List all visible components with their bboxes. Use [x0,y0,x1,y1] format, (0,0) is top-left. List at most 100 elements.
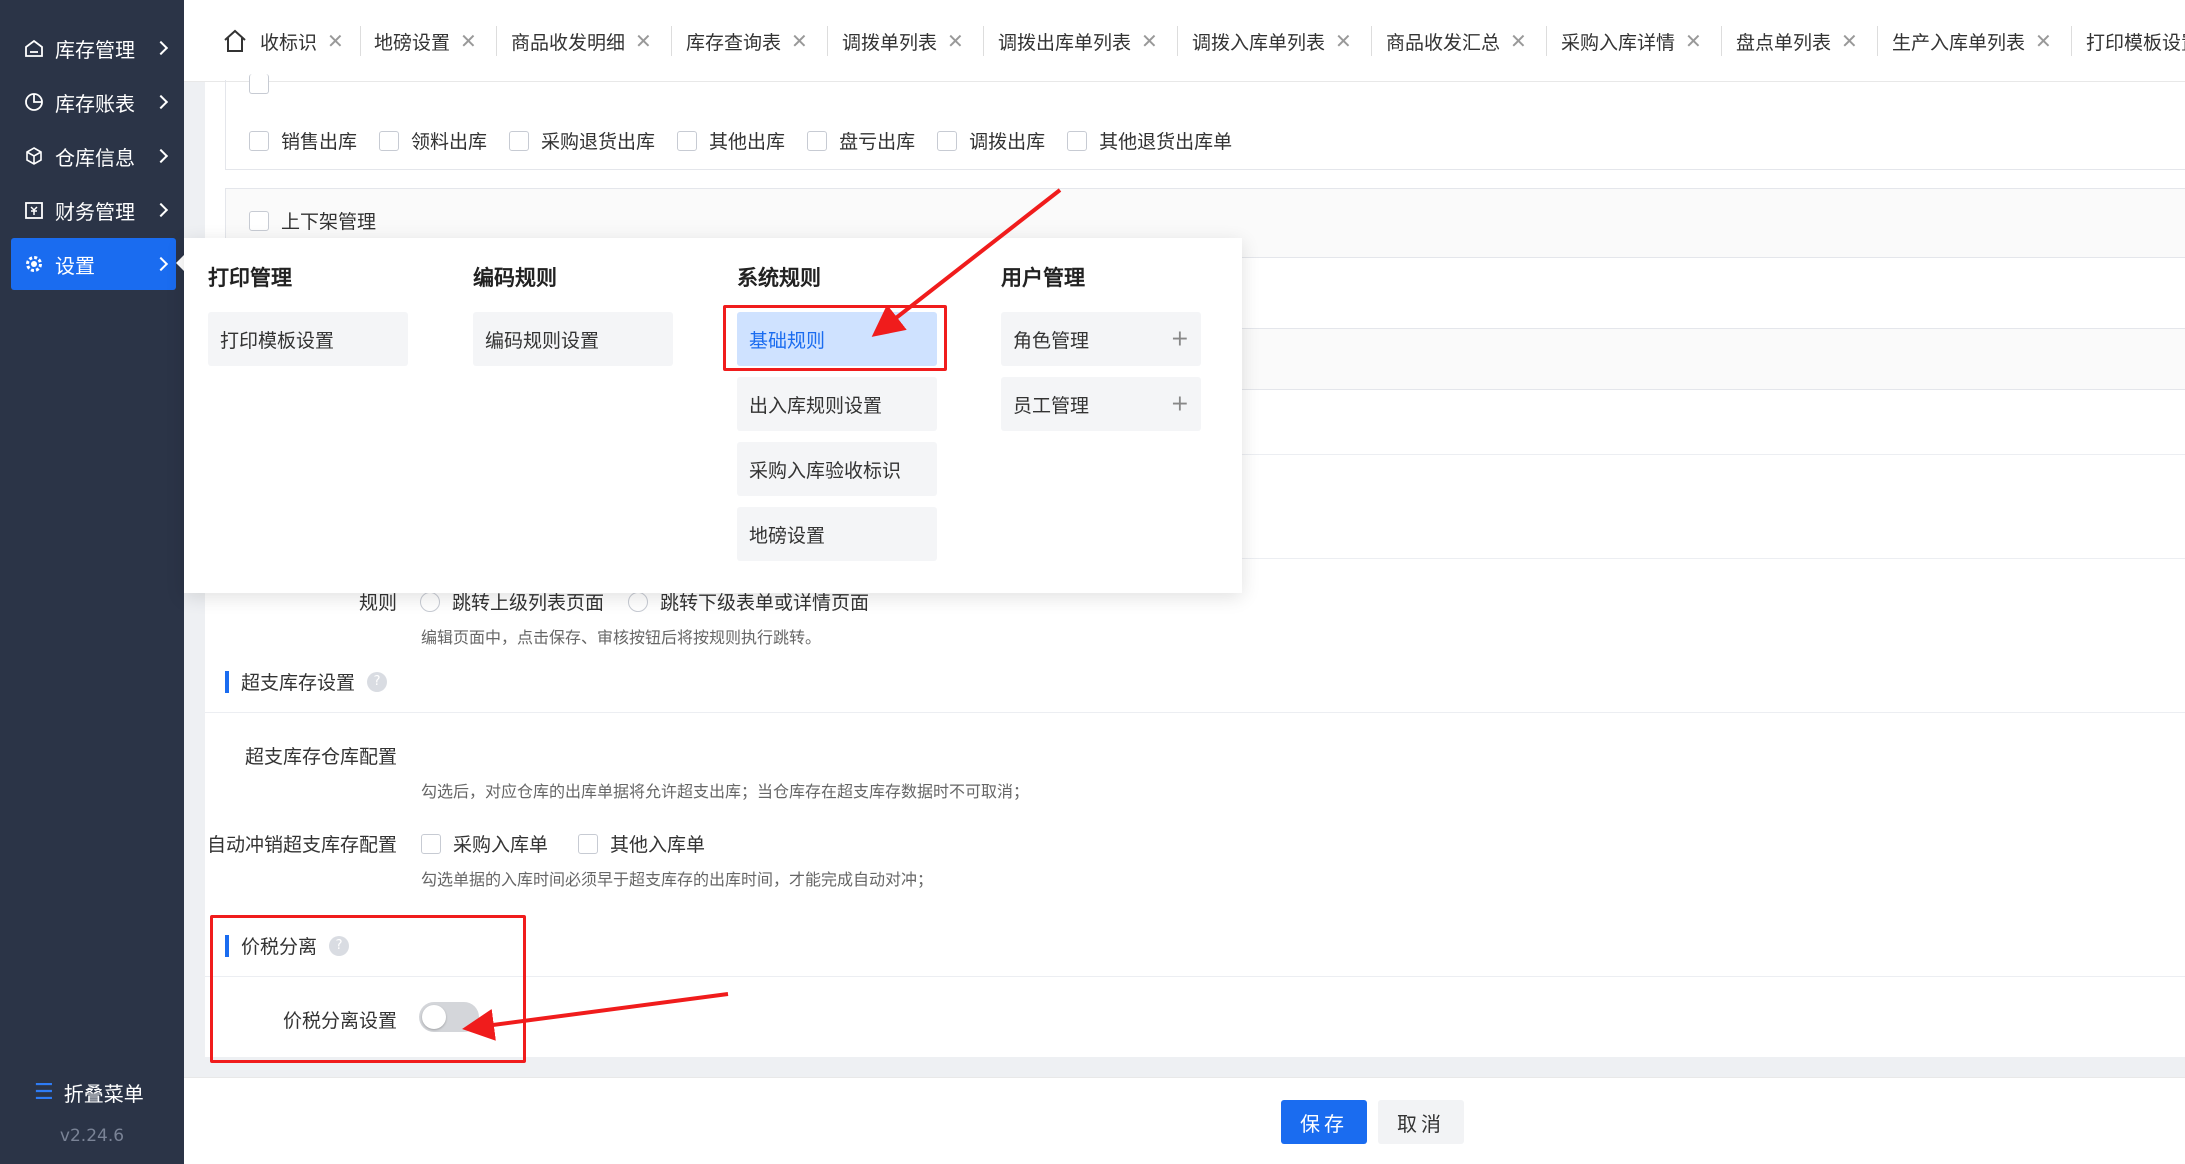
tab-item[interactable]: 地磅设置 ✕ [374,24,477,58]
close-icon[interactable]: ✕ [1335,29,1352,53]
settings-flyout-menu: 打印管理 打印模板设置 编码规则 编码规则设置 系统规则 基础规则 出入库规则设… [184,238,1242,593]
column-title: 编码规则 [473,266,557,290]
pie-chart-icon [23,91,45,113]
tab-item[interactable]: 盘点单列表 ✕ [1736,24,1858,58]
checkbox[interactable] [807,130,828,151]
option-item[interactable]: 其他出库 [677,127,785,154]
tab-item[interactable]: 生产入库单列表 ✕ [1892,24,2052,58]
option-item[interactable]: 销售出库 [249,127,357,154]
tab-item[interactable]: 商品收发明细 ✕ [511,24,652,58]
jump-hint: 编辑页面中，点击保存、审核按钮后将按规则执行跳转。 [421,628,822,647]
close-icon[interactable]: ✕ [791,29,808,53]
tab-item[interactable]: 采购入库详情 ✕ [1561,24,1702,58]
column-title: 系统规则 [737,266,821,290]
close-icon[interactable]: ✕ [1841,29,1858,53]
close-icon[interactable]: ✕ [2035,29,2052,53]
option-item[interactable]: 领料出库 [379,127,487,154]
menu-item-io-rules[interactable]: 出入库规则设置 [737,377,937,431]
auto-offset-options: 采购入库单 其他入库单 [421,830,727,857]
checkbox[interactable] [509,130,530,151]
close-icon[interactable]: ✕ [1685,29,1702,53]
outbound-card [225,80,2185,170]
save-button[interactable]: 保存 [1281,1100,1367,1144]
tab-label: 生产入库单列表 [1892,31,2026,54]
tab-item[interactable]: 调拨出库单列表 ✕ [998,24,1158,58]
tab-label: 调拨入库单列表 [1192,31,1326,54]
option-item[interactable]: 采购退货出库 [509,127,655,154]
checkbox[interactable] [578,833,599,854]
option-item[interactable]: 其他入库单 [578,830,705,857]
close-icon[interactable]: ✕ [1141,29,1158,53]
plus-icon[interactable]: + [1171,392,1189,417]
menu-item-purchase-acceptance[interactable]: 采购入库验收标识 [737,442,937,496]
tab-label: 盘点单列表 [1736,31,1832,54]
radio[interactable] [420,591,440,612]
help-icon[interactable]: ? [367,671,388,692]
radio[interactable] [628,591,649,612]
menu-item-label: 员工管理 [1013,394,1090,417]
version-label: v2.24.6 [59,1126,125,1146]
tab-label: 调拨出库单列表 [998,31,1132,54]
divider [205,712,2185,713]
tab-bar: 收标识 ✕ 地磅设置 ✕ 商品收发明细 ✕ 库存查询表 ✕ 调拨单列表 ✕ 调拨出库单列表… [184,0,2185,82]
option-item[interactable]: 其他退货出库单 [1067,127,1232,154]
sidebar-item-ledger[interactable]: 库存账表 [11,76,176,128]
menu-item-label: 角色管理 [1013,329,1090,352]
cancel-button[interactable]: 取消 [1378,1100,1464,1144]
close-icon[interactable]: ✕ [635,29,652,53]
section-title-text: 超支库存设置 [241,672,356,694]
tab-item[interactable]: 收标识 ✕ [260,24,344,58]
sidebar-item-warehouse-info[interactable]: 仓库信息 [11,130,176,182]
sidebar: 库存管理 库存账表 仓库信息 财务管理 设置 ☰ 折叠菜单 v2.24.6 [0,0,186,1164]
option-item[interactable]: 采购入库单 [421,830,548,857]
checkbox[interactable] [249,210,269,231]
sidebar-item-finance[interactable]: 财务管理 [11,184,176,236]
tab-label: 收标识 [260,31,318,54]
chevron-right-icon [153,256,169,272]
cube-icon [23,145,45,167]
tab-label: 库存查询表 [686,31,782,54]
home-icon[interactable] [222,28,248,54]
chevron-right-icon [153,94,169,110]
tab-item[interactable]: 调拨单列表 ✕ [842,24,964,58]
tab-item[interactable]: 商品收发汇总 ✕ [1386,24,1527,58]
overdraw-wh-hint: 勾选后，对应仓库的出库单据将允许超支出库；当仓库存在超支库存数据时不可取消； [421,782,1030,801]
column-title: 打印管理 [208,266,292,290]
checkbox[interactable] [379,130,400,151]
menu-item-code-rule[interactable]: 编码规则设置 [473,312,673,366]
tab-label: 商品收发明细 [511,31,626,54]
close-icon[interactable]: ✕ [1510,29,1527,53]
tab-item[interactable]: 打印模板设置 [2086,24,2185,58]
close-icon[interactable]: ✕ [947,29,964,53]
close-icon[interactable]: ✕ [327,29,344,53]
checkbox[interactable] [249,130,269,151]
plus-icon[interactable]: + [1171,327,1189,352]
option-label: 其他退货出库单 [1099,131,1233,153]
checkbox[interactable] [249,74,269,94]
checkbox[interactable] [677,130,698,151]
checkbox[interactable] [937,130,958,151]
chevron-right-icon [153,40,169,56]
footer-bar: 保存 取消 [184,1077,2185,1164]
finance-icon [23,199,45,221]
option-item[interactable]: 调拨出库 [937,127,1045,154]
tab-item[interactable]: 调拨入库单列表 ✕ [1192,24,1352,58]
tab-label: 采购入库详情 [1561,31,1676,54]
menu-item-role-management[interactable]: 角色管理 + [1001,312,1201,366]
menu-item-weighbridge[interactable]: 地磅设置 [737,507,937,561]
checkbox[interactable] [421,833,441,854]
sidebar-item-inventory[interactable]: 库存管理 [11,22,176,74]
menu-item-label: 出入库规则设置 [749,394,883,417]
checkbox[interactable] [1067,130,1088,151]
menu-item-staff-management[interactable]: 员工管理 + [1001,377,1201,431]
collapse-menu-button[interactable]: ☰ 折叠菜单 [34,1078,144,1107]
sidebar-item-label: 库存管理 [55,37,135,62]
menu-item-label: 地磅设置 [749,524,826,547]
highlight-box-basic-rules [723,305,947,371]
menu-item-print-template[interactable]: 打印模板设置 [208,312,408,366]
tab-item[interactable]: 库存查询表 ✕ [686,24,808,58]
option-item[interactable]: 盘亏出库 [807,127,915,154]
close-icon[interactable]: ✕ [460,29,477,53]
shelf-option[interactable]: 上下架管理 [249,207,376,234]
sidebar-item-settings[interactable]: 设置 [11,238,176,290]
